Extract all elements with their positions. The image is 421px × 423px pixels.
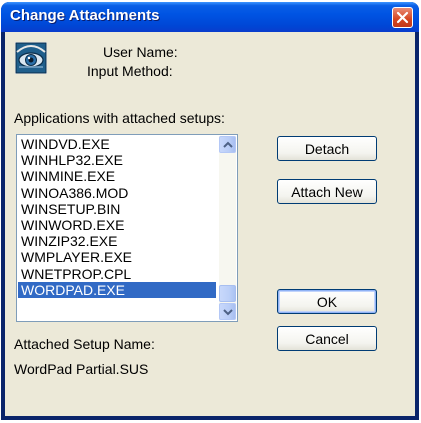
applications-list: WINDVD.EXE WINHLP32.EXE WINMINE.EXE WINOA38… bbox=[18, 136, 216, 298]
title-bar[interactable]: Change Attachments bbox=[1, 2, 419, 32]
scroll-down-button[interactable] bbox=[219, 303, 236, 320]
input-method-label: Input Method: bbox=[87, 63, 173, 79]
attached-setup-label: Attached Setup Name: bbox=[14, 336, 155, 352]
attach-new-button[interactable]: Attach New bbox=[277, 179, 377, 204]
close-button[interactable] bbox=[392, 7, 413, 28]
list-item[interactable]: WINHLP32.EXE bbox=[18, 152, 216, 168]
list-item[interactable]: WMPLAYER.EXE bbox=[18, 249, 216, 265]
applications-listbox[interactable]: WINDVD.EXE WINHLP32.EXE WINMINE.EXE WINOA38… bbox=[16, 134, 238, 322]
window-title: Change Attachments bbox=[10, 7, 160, 24]
close-icon bbox=[396, 11, 409, 24]
list-item[interactable]: WNETPROP.CPL bbox=[18, 266, 216, 282]
list-item[interactable]: WINZIP32.EXE bbox=[18, 233, 216, 249]
chevron-down-icon bbox=[223, 309, 233, 316]
ok-button[interactable]: OK bbox=[277, 289, 377, 314]
chevron-up-icon bbox=[223, 141, 233, 148]
applications-label: Applications with attached setups: bbox=[14, 110, 225, 126]
list-item[interactable]: WINWORD.EXE bbox=[18, 217, 216, 233]
scroll-up-button[interactable] bbox=[219, 136, 236, 153]
cancel-button[interactable]: Cancel bbox=[277, 326, 377, 351]
list-item[interactable]: WINDVD.EXE bbox=[18, 136, 216, 152]
user-name-label: User Name: bbox=[103, 44, 178, 60]
scroll-thumb[interactable] bbox=[219, 285, 236, 302]
vertical-scrollbar[interactable] bbox=[219, 136, 236, 320]
dialog-body: User Name: Input Method: Applications wi… bbox=[5, 32, 415, 416]
detach-button[interactable]: Detach bbox=[277, 136, 377, 161]
list-item[interactable]: WINOA386.MOD bbox=[18, 185, 216, 201]
list-item[interactable]: WORDPAD.EXE bbox=[18, 281, 216, 298]
attached-setup-value: WordPad Partial.SUS bbox=[14, 361, 149, 377]
eye-icon bbox=[15, 42, 47, 74]
change-attachments-dialog: Change Attachments User Name: Input Meth… bbox=[1, 2, 419, 420]
list-item[interactable]: WINMINE.EXE bbox=[18, 168, 216, 184]
list-item[interactable]: WINSETUP.BIN bbox=[18, 201, 216, 217]
